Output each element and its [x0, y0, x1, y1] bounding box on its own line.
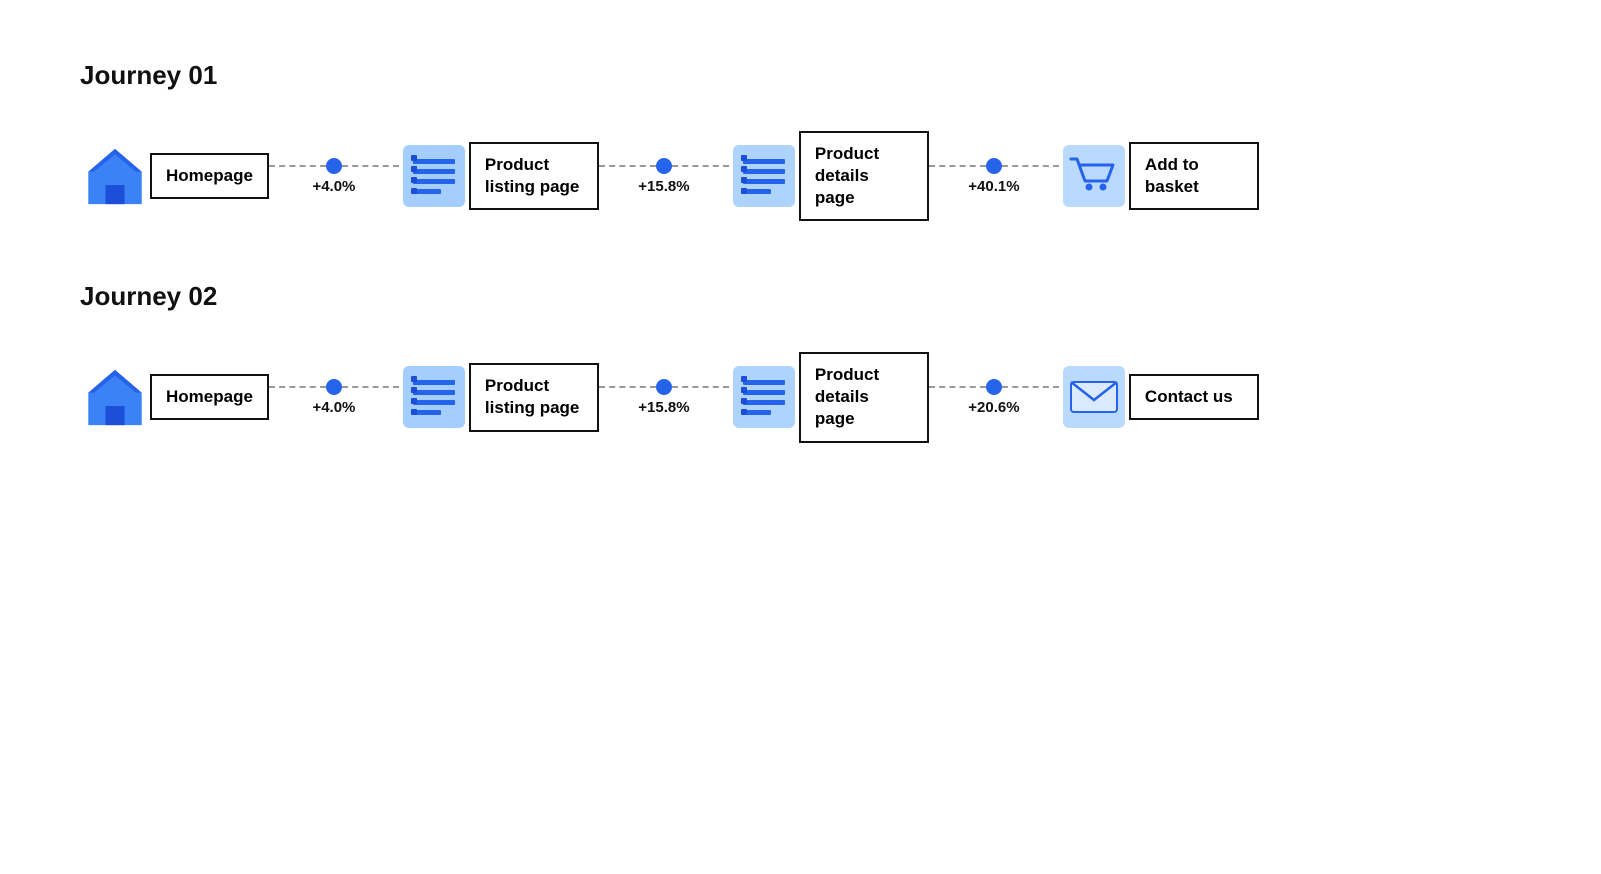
- cart-icon: [1059, 141, 1129, 211]
- connector-2-2-pct: +15.8%: [599, 399, 729, 416]
- dashed-line: [929, 165, 986, 167]
- node-homepage-2: Homepage: [80, 362, 269, 432]
- basket-1-label: Add to basket: [1129, 142, 1259, 210]
- node-contact-2: Contact us: [1059, 362, 1259, 432]
- node-plp-2: Product listing page: [399, 362, 599, 432]
- node-plp-1: Product listing page: [399, 141, 599, 211]
- list-icon-3: [399, 362, 469, 432]
- homepage-2-label: Homepage: [150, 374, 269, 420]
- connector-dot: [326, 158, 342, 174]
- list-icon-2: [729, 141, 799, 211]
- connector-1-2-pct: +15.8%: [599, 178, 729, 195]
- connector-1-3: +40.1%: [929, 158, 1059, 195]
- connector-2-2: +15.8%: [599, 379, 729, 416]
- journey-01-section: Journey 01 Homepage +4.0%: [80, 60, 1521, 221]
- journey-02-section: Journey 02 Homepage +4.0%: [80, 281, 1521, 442]
- pdp-1-label: Product details page: [799, 131, 929, 221]
- node-pdp-2: Product details page: [729, 352, 929, 442]
- plp-1-label: Product listing page: [469, 142, 599, 210]
- home-icon-2: [80, 362, 150, 432]
- connector-dot: [986, 379, 1002, 395]
- contact-2-label: Contact us: [1129, 374, 1259, 420]
- home-icon: [80, 141, 150, 211]
- connector-1-1-pct: +4.0%: [269, 178, 399, 195]
- dashed-line: [599, 386, 656, 388]
- list-icon-4: [729, 362, 799, 432]
- dashed-line: [1002, 386, 1059, 388]
- list-icon-1: [399, 141, 469, 211]
- journey-02-flow: Homepage +4.0%: [80, 352, 1521, 442]
- connector-dot: [656, 158, 672, 174]
- node-basket-1: Add to basket: [1059, 141, 1259, 211]
- dashed-line: [342, 386, 399, 388]
- dashed-line: [599, 165, 656, 167]
- pdp-2-label: Product details page: [799, 352, 929, 442]
- connector-1-2: +15.8%: [599, 158, 729, 195]
- mail-icon: [1059, 362, 1129, 432]
- connector-dot: [326, 379, 342, 395]
- plp-2-label: Product listing page: [469, 363, 599, 431]
- dashed-line: [672, 165, 729, 167]
- connector-dot: [656, 379, 672, 395]
- homepage-1-label: Homepage: [150, 153, 269, 199]
- connector-2-3: +20.6%: [929, 379, 1059, 416]
- dashed-line: [269, 386, 326, 388]
- node-pdp-1: Product details page: [729, 131, 929, 221]
- dashed-line: [269, 165, 326, 167]
- connector-1-1: +4.0%: [269, 158, 399, 195]
- dashed-line: [342, 165, 399, 167]
- dashed-line: [1002, 165, 1059, 167]
- connector-1-3-pct: +40.1%: [929, 178, 1059, 195]
- connector-dot: [986, 158, 1002, 174]
- connector-2-3-pct: +20.6%: [929, 399, 1059, 416]
- dashed-line: [929, 386, 986, 388]
- journey-02-title: Journey 02: [80, 281, 1521, 312]
- node-homepage-1: Homepage: [80, 141, 269, 211]
- connector-2-1: +4.0%: [269, 379, 399, 416]
- dashed-line: [672, 386, 729, 388]
- journey-01-flow: Homepage +4.0%: [80, 131, 1521, 221]
- connector-2-1-pct: +4.0%: [269, 399, 399, 416]
- journey-01-title: Journey 01: [80, 60, 1521, 91]
